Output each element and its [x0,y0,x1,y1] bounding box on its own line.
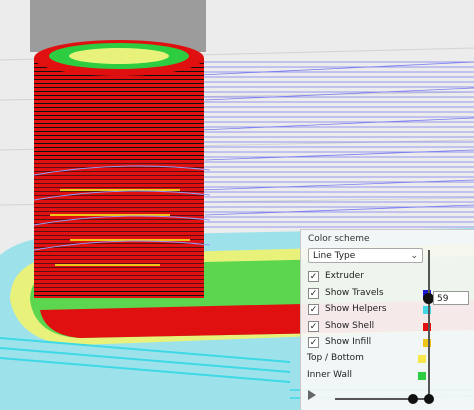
color-scheme-value: Line Type [313,251,356,261]
color-scheme-label: Color scheme [308,234,370,244]
option-extruder[interactable]: ✓ Extruder [306,269,431,284]
option-show-infill[interactable]: ✓ Show Infill [306,335,431,350]
legend-label: Inner Wall [307,370,352,380]
option-show-travels[interactable]: ✓ Show Travels [306,286,431,301]
check-icon[interactable]: ✓ [308,337,319,348]
check-icon[interactable]: ✓ [308,304,319,315]
check-icon[interactable]: ✓ [308,288,319,299]
check-icon[interactable]: ✓ [308,271,319,282]
option-show-helpers[interactable]: ✓ Show Helpers [306,302,431,317]
chevron-down-icon: ⌄ [410,251,418,261]
layer-slider-track[interactable] [428,250,430,400]
3d-viewport[interactable]: Color scheme Line Type ⌄ ✓ Extruder ✓ Sh… [0,0,474,410]
play-icon[interactable] [308,390,316,400]
path-slider-end-handle[interactable] [424,394,434,404]
check-icon[interactable]: ✓ [308,321,319,332]
view-settings-panel: Color scheme Line Type ⌄ ✓ Extruder ✓ Sh… [300,229,474,410]
option-label: Show Infill [325,337,372,347]
inner-wall-color-swatch [418,372,426,380]
top-bottom-color-swatch [418,355,426,363]
option-show-shell[interactable]: ✓ Show Shell [306,319,431,334]
path-slider-handle[interactable] [408,394,418,404]
option-label: Show Helpers [325,304,387,314]
option-label: Extruder [325,271,364,281]
option-label: Show Travels [325,288,384,298]
layer-number-input[interactable]: 59 [433,291,469,305]
option-label: Show Shell [325,321,375,331]
legend-label: Top / Bottom [307,353,364,363]
color-scheme-dropdown[interactable]: Line Type ⌄ [308,248,423,263]
